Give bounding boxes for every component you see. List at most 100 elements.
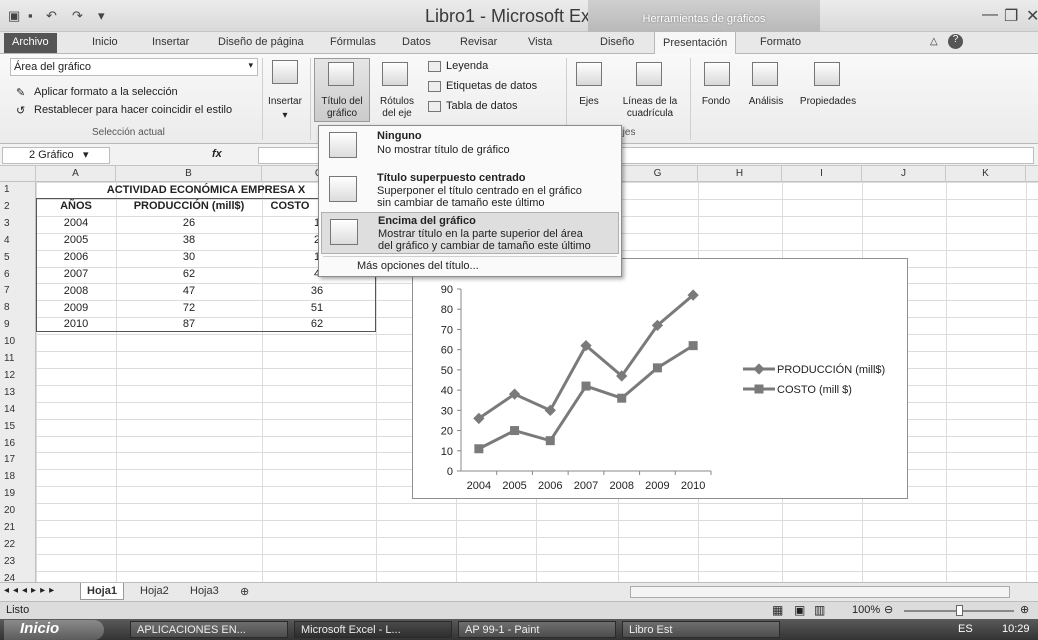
- menu-item-centered-overlay[interactable]: Título superpuesto centrado Superponer e…: [321, 170, 619, 212]
- grid-line: [36, 570, 1038, 572]
- background-button[interactable]: Fondo: [694, 96, 738, 107]
- tab-formulas[interactable]: Fórmulas: [330, 36, 376, 48]
- grid-line: [36, 536, 1038, 538]
- axis-titles-button[interactable]: Rótulos del eje: [372, 96, 422, 120]
- taskbar-item-folder[interactable]: Libro Est: [622, 621, 780, 638]
- sheet-nav-arrows-icon[interactable]: ◂◂◂▸▸▸: [4, 585, 58, 596]
- column-header[interactable]: H: [698, 166, 782, 182]
- data-point-square: [474, 444, 484, 454]
- page-break-view-icon[interactable]: ▥: [814, 603, 825, 617]
- normal-view-icon[interactable]: ▦: [772, 603, 783, 617]
- more-title-options[interactable]: Más opciones del título...: [357, 260, 479, 272]
- insert-button[interactable]: Insertar: [264, 96, 306, 107]
- row-header[interactable]: 23: [4, 556, 15, 567]
- format-selection-button[interactable]: Aplicar formato a la selección: [34, 86, 178, 98]
- insert-sheet-icon[interactable]: ⊕: [234, 583, 255, 600]
- row-header[interactable]: 10: [4, 336, 15, 347]
- y-tick-label: 70: [441, 324, 453, 336]
- legend-marker-square: [754, 384, 764, 394]
- tab-file[interactable]: Archivo: [4, 33, 57, 53]
- row-header[interactable]: 2: [4, 201, 10, 212]
- data-labels-button[interactable]: Etiquetas de datos: [446, 80, 537, 92]
- y-tick-label: 50: [441, 365, 453, 377]
- row-header[interactable]: 13: [4, 387, 15, 398]
- row-header[interactable]: 14: [4, 404, 15, 415]
- x-tick-label: 2007: [574, 480, 598, 492]
- reset-style-button[interactable]: Restablecer para hacer coincidir el esti…: [34, 104, 232, 116]
- row-header[interactable]: 18: [4, 471, 15, 482]
- row-header[interactable]: 12: [4, 370, 15, 381]
- menu-item-none[interactable]: Ninguno No mostrar título de gráfico: [321, 128, 619, 162]
- page-layout-view-icon[interactable]: ▣: [794, 603, 805, 617]
- taskbar-item-paint[interactable]: AP 99-1 - Paint: [458, 621, 616, 638]
- row-header[interactable]: 19: [4, 488, 15, 499]
- zoom-level[interactable]: 100%: [852, 604, 880, 616]
- y-tick-label: 90: [441, 284, 453, 296]
- legend-button[interactable]: Leyenda: [446, 60, 488, 72]
- zoom-slider-thumb[interactable]: [956, 605, 963, 616]
- gridlines-button[interactable]: Líneas de la cuadrícula: [614, 96, 686, 120]
- taskbar-item-word[interactable]: APLICACIONES EN...: [130, 621, 288, 638]
- close-icon[interactable]: ✕: [1026, 6, 1038, 26]
- sheet-tab-hoja3[interactable]: Hoja3: [184, 583, 225, 600]
- row-header[interactable]: 9: [4, 319, 10, 330]
- menu-item-title: Ninguno: [377, 130, 422, 142]
- tab-data[interactable]: Datos: [402, 36, 431, 48]
- row-header[interactable]: 8: [4, 302, 10, 313]
- axes-button[interactable]: Ejes: [570, 96, 608, 107]
- sheet-tab-hoja2[interactable]: Hoja2: [134, 583, 175, 600]
- row-header[interactable]: 3: [4, 218, 10, 229]
- row-header[interactable]: 22: [4, 539, 15, 550]
- data-table-button[interactable]: Tabla de datos: [446, 100, 518, 112]
- column-header[interactable]: A: [36, 166, 116, 182]
- row-header[interactable]: 11: [4, 353, 14, 364]
- row-header[interactable]: 17: [4, 454, 15, 465]
- horizontal-scrollbar[interactable]: [630, 586, 1010, 598]
- tab-page-layout[interactable]: Diseño de página: [218, 36, 304, 48]
- minimize-ribbon-icon[interactable]: △: [930, 36, 938, 47]
- language-indicator[interactable]: ES: [958, 623, 973, 635]
- row-header[interactable]: 5: [4, 252, 10, 263]
- tab-home[interactable]: Inicio: [92, 36, 118, 48]
- tab-chart-format[interactable]: Formato: [760, 36, 801, 48]
- fx-icon[interactable]: fx: [212, 148, 222, 160]
- taskbar-item-excel[interactable]: Microsoft Excel - L...: [294, 621, 452, 638]
- sheet-tab-hoja1[interactable]: Hoja1: [80, 583, 124, 600]
- row-header[interactable]: 21: [4, 522, 15, 533]
- tab-chart-design[interactable]: Diseño: [600, 36, 634, 48]
- properties-button[interactable]: Propiedades: [794, 96, 862, 107]
- row-header[interactable]: 6: [4, 269, 10, 280]
- column-header[interactable]: I: [782, 166, 862, 182]
- zoom-out-icon[interactable]: ⊖: [884, 603, 893, 616]
- restore-icon[interactable]: ❐: [1004, 6, 1018, 26]
- name-box[interactable]: 2 Gráfico ▾: [2, 147, 110, 164]
- chart-elements-dropdown[interactable]: Área del gráfico ▾: [10, 58, 258, 76]
- status-text: Listo: [6, 604, 30, 616]
- select-all-corner[interactable]: [0, 166, 36, 182]
- row-header[interactable]: 16: [4, 438, 15, 449]
- menu-item-above-chart[interactable]: Encima del gráfico Mostrar título en la …: [321, 212, 619, 254]
- tab-view[interactable]: Vista: [528, 36, 552, 48]
- analysis-button[interactable]: Análisis: [742, 96, 790, 107]
- zoom-in-icon[interactable]: ⊕: [1020, 603, 1029, 616]
- column-header[interactable]: K: [946, 166, 1026, 182]
- line-chart[interactable]: 0 10 20 30 40 50 60 70 80 90 2004 2005 2006 2007 2008 2…: [412, 258, 908, 499]
- tab-review[interactable]: Revisar: [460, 36, 497, 48]
- row-header[interactable]: 15: [4, 421, 15, 432]
- status-bar: Listo ▦ ▣ ▥ 100% ⊖ ⊕: [0, 601, 1038, 619]
- tab-insert[interactable]: Insertar: [152, 36, 189, 48]
- column-header[interactable]: J: [862, 166, 946, 182]
- selected-element-value: Área del gráfico: [14, 61, 92, 73]
- row-header[interactable]: 7: [4, 285, 10, 296]
- help-icon[interactable]: ?: [948, 34, 963, 49]
- row-header[interactable]: 4: [4, 235, 10, 246]
- minimize-icon[interactable]: —: [982, 6, 998, 24]
- column-header[interactable]: G: [618, 166, 698, 182]
- group-divider: [310, 58, 311, 140]
- legend-label: COSTO (mill $): [777, 384, 852, 396]
- row-header[interactable]: 20: [4, 505, 15, 516]
- tab-chart-layout[interactable]: Presentación: [654, 31, 737, 54]
- row-header[interactable]: 1: [4, 184, 10, 195]
- start-button[interactable]: Inicio: [4, 620, 104, 640]
- column-header[interactable]: B: [116, 166, 262, 182]
